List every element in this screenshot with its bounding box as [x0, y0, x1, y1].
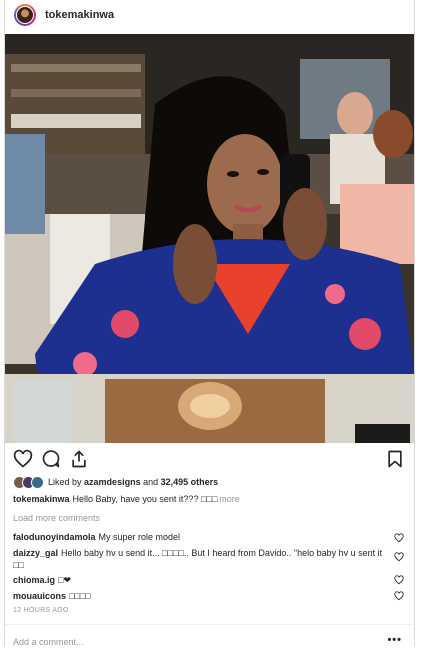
- share-icon[interactable]: [69, 449, 89, 469]
- post-photo[interactable]: [5, 34, 414, 443]
- comment-item: falodunoyindamola My super role model: [13, 531, 393, 543]
- comment-like-heart-icon[interactable]: [394, 552, 404, 562]
- comment-item: chioma.ig □❤: [13, 574, 393, 586]
- comment-text: □❤: [58, 575, 71, 585]
- likes-prefix: Liked by: [48, 477, 82, 487]
- likes-others[interactable]: 32,495 others: [161, 477, 219, 487]
- profile-avatar[interactable]: [14, 4, 36, 26]
- post-card: tokemakinwa Liked by azamdesigns and 32,…: [4, 0, 415, 648]
- likes-and: and: [143, 477, 159, 487]
- post-photo-illustration: [5, 34, 414, 443]
- heart-icon[interactable]: [13, 449, 33, 469]
- comment-username[interactable]: mouauicons: [13, 591, 66, 601]
- comment-text: My super role model: [98, 532, 181, 542]
- post-header: tokemakinwa: [5, 0, 414, 32]
- likes-summary: Liked by azamdesigns and 32,495 others: [13, 475, 218, 489]
- comment-text: Hello baby hv u send it... □□□□.. But I …: [13, 548, 383, 570]
- add-comment-input[interactable]: [13, 636, 373, 648]
- comment-like-heart-icon[interactable]: [394, 591, 404, 601]
- caption-more-link[interactable]: more: [219, 494, 240, 504]
- bookmark-icon[interactable]: [385, 449, 405, 469]
- more-options-button[interactable]: •••: [387, 634, 402, 646]
- comment-item: mouauicons □□□□: [13, 590, 393, 602]
- comment-text: □□□□: [69, 591, 91, 601]
- caption-text: Hello Baby, have you sent it??? □□□: [72, 494, 218, 504]
- comment-username[interactable]: daizzy_gal: [13, 548, 58, 558]
- comment-username[interactable]: chioma.ig: [13, 575, 55, 585]
- post-timestamp[interactable]: 12 HOURS AGO: [13, 607, 69, 614]
- post-actions: [5, 447, 414, 471]
- liker-avatar: [31, 475, 44, 489]
- post-caption: tokemakinwa Hello Baby, have you sent it?…: [13, 494, 240, 504]
- comment-icon[interactable]: [41, 449, 61, 469]
- comment-item: daizzy_gal Hello baby hv u send it... □□□…: [13, 547, 393, 571]
- caption-username[interactable]: tokemakinwa: [13, 494, 70, 504]
- comment-divider: [5, 624, 414, 625]
- comment-like-heart-icon[interactable]: [394, 533, 404, 543]
- likes-first-user[interactable]: azamdesigns: [84, 477, 141, 487]
- liker-avatars: [13, 475, 44, 489]
- load-more-comments[interactable]: Load more comments: [13, 513, 100, 523]
- comment-username[interactable]: falodunoyindamola: [13, 532, 96, 542]
- comment-like-heart-icon[interactable]: [394, 575, 404, 585]
- post-username[interactable]: tokemakinwa: [45, 9, 114, 21]
